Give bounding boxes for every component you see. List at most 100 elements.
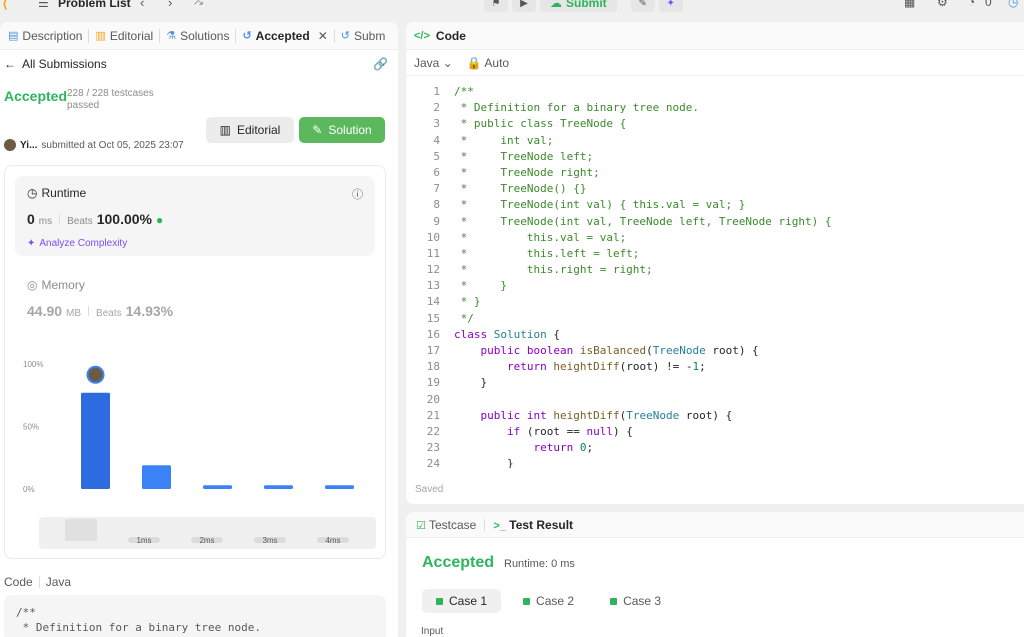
line-number: 19 [426,376,440,390]
editorial-button[interactable]: ▥ Editorial [206,117,294,143]
leetcode-logo-icon[interactable]: ⟨ [2,0,16,11]
line-number: 7 [433,182,440,196]
tab-testcase[interactable]: ☑ Testcase [416,518,476,532]
code-line[interactable]: 22 if (root == null) { [406,424,1024,440]
line-text: public int heightDiff(TreeNode root) { [480,408,733,422]
code-line[interactable]: 1 /** [406,84,1024,100]
line-number: 23 [426,441,440,455]
problem-list-link[interactable]: Problem List [58,0,131,10]
tab-solutions[interactable]: ⚗ Solutions [160,22,235,49]
timer-icon[interactable]: ◷ [1008,0,1018,9]
line-text: return heightDiff(root) != -1; [506,360,706,374]
code-line[interactable]: 10 * this.val = val; [406,230,1024,246]
range-selection[interactable] [65,519,97,541]
line-number: 9 [433,214,440,228]
case-tab-1[interactable]: Case 1 [422,589,502,613]
chart-bar[interactable] [142,465,171,489]
code-line[interactable]: 5 * TreeNode left; [406,149,1024,165]
line-number: 3 [433,117,440,131]
next-problem-icon[interactable]: › [168,0,172,10]
debug-icon[interactable]: ⚑ [484,0,508,12]
case-tab-3[interactable]: Case 3 [596,589,675,613]
code-line[interactable]: 21 public int heightDiff(TreeNode root) … [406,408,1024,424]
line-number: 13 [426,279,440,293]
line-text: * this.right = right; [454,263,653,277]
code-line[interactable]: 23 return 0; [406,440,1024,456]
terminal-icon: >_ [493,519,506,532]
code-line[interactable]: 24 } [406,456,1024,468]
code-line[interactable]: 6 * TreeNode right; [406,165,1024,181]
code-line[interactable]: 19 } [406,375,1024,391]
tab-description[interactable]: ▤ Description [2,22,88,49]
tab-submissions[interactable]: ↺ Subm [335,22,392,49]
notes-icon[interactable]: ✎ [630,0,655,12]
analyze-complexity-link[interactable]: ✦ Analyze Complexity [27,238,127,249]
code-line[interactable]: 20 [406,392,1024,408]
avatar[interactable] [4,139,16,151]
code-line[interactable]: 3 * public class TreeNode { [406,116,1024,132]
line-text: * this.left = left; [454,246,640,260]
clock-icon: ◷ [27,186,38,200]
username[interactable]: Yi... [20,140,37,151]
settings-gear-icon[interactable]: ⚙ [937,0,948,9]
runtime-beats: 100.00% [96,211,152,227]
code-editor[interactable]: 1 /** 2 * Definition for a binary tree nod… [406,84,1024,468]
history-icon: ↺ [242,30,252,42]
code-line[interactable]: 16 class Solution { [406,327,1024,343]
chart-bar[interactable] [81,392,110,489]
tab-accepted[interactable]: ↺ Accepted ✕ [236,22,333,49]
case-tab-2[interactable]: Case 2 [509,589,588,613]
share-link-icon[interactable]: 🔗 [373,57,388,71]
info-icon[interactable]: ⓘ [352,186,363,202]
code-line[interactable]: 12 * this.right = right; [406,262,1024,278]
line-number: 5 [433,149,440,163]
chart-bar[interactable] [203,485,232,489]
prev-problem-icon[interactable]: ‹ [140,0,144,10]
code-editor-panel: </> Code Java ⌄ 🔒 Auto 1 /** 2 * Definitio… [406,22,1024,504]
chart-range-slider[interactable]: 1ms 2ms 3ms 4ms [39,517,376,549]
code-line[interactable]: 2 * Definition for a binary tree node. [406,100,1024,116]
solution-button[interactable]: ✎ Solution [299,117,385,143]
runtime-distribution-chart[interactable]: 100%50%0%1ms2ms3ms4ms [15,349,380,494]
runtime-value: 0 [27,211,35,227]
submitted-time: submitted at Oct 05, 2025 23:07 [41,139,184,151]
run-button[interactable]: ▶ [512,0,536,12]
line-number: 8 [433,198,440,212]
auto-mode[interactable]: 🔒 Auto [467,56,509,70]
close-tab-icon[interactable]: ✕ [318,29,328,43]
code-line[interactable]: 11 * this.left = left; [406,246,1024,262]
cloud-upload-icon: ☁ [550,0,562,10]
line-text: if (root == null) { [506,424,633,438]
code-line[interactable]: 9 * TreeNode(int val, TreeNode left, Tre… [406,214,1024,230]
ai-sparkle-icon[interactable]: ✦ [658,0,683,12]
code-line[interactable]: 17 public boolean isBalanced(TreeNode ro… [406,343,1024,359]
streak-icon[interactable]: ◔ [968,0,975,9]
code-tab[interactable]: </> Code [406,22,1024,50]
layout-icon[interactable]: ▦ [904,0,915,9]
language-select[interactable]: Java ⌄ [414,56,453,70]
code-line[interactable]: 14 * } [406,294,1024,310]
memory-tab[interactable]: ◎ Memory [27,278,85,292]
tab-test-result[interactable]: >_ Test Result [493,518,573,532]
memory-value: 44.90 [27,303,63,319]
chart-bar[interactable] [264,485,293,489]
case-tabs: Case 1 Case 2 Case 3 [422,589,675,613]
code-line[interactable]: 8 * TreeNode(int val) { this.val = val; … [406,197,1024,213]
shuffle-icon[interactable]: ⤮ [194,0,203,8]
all-submissions-link[interactable]: ← All Submissions [0,54,398,74]
code-line[interactable]: 13 * } [406,278,1024,294]
submit-button[interactable]: ☁ Submit [540,0,617,12]
runtime-box[interactable]: ◷ Runtime ⓘ 0 ms Beats 100.00% ● ✦ Analyz… [15,176,375,256]
problem-list-icon[interactable]: ☰ [38,0,49,10]
code-line[interactable]: 15 */ [406,311,1024,327]
arrow-left-icon: ← [4,57,16,71]
code-line[interactable]: 18 return heightDiff(root) != -1; [406,359,1024,375]
line-number: 12 [426,263,440,277]
document-icon: ▤ [8,30,19,42]
test-tab-bar: ☑ Testcase >_ Test Result [406,512,1024,538]
code-line[interactable]: 4 * int val; [406,133,1024,149]
tab-editorial[interactable]: ▥ Editorial [89,22,159,49]
line-text: } [454,376,488,390]
code-line[interactable]: 7 * TreeNode() {} [406,181,1024,197]
chart-bar[interactable] [325,485,354,489]
